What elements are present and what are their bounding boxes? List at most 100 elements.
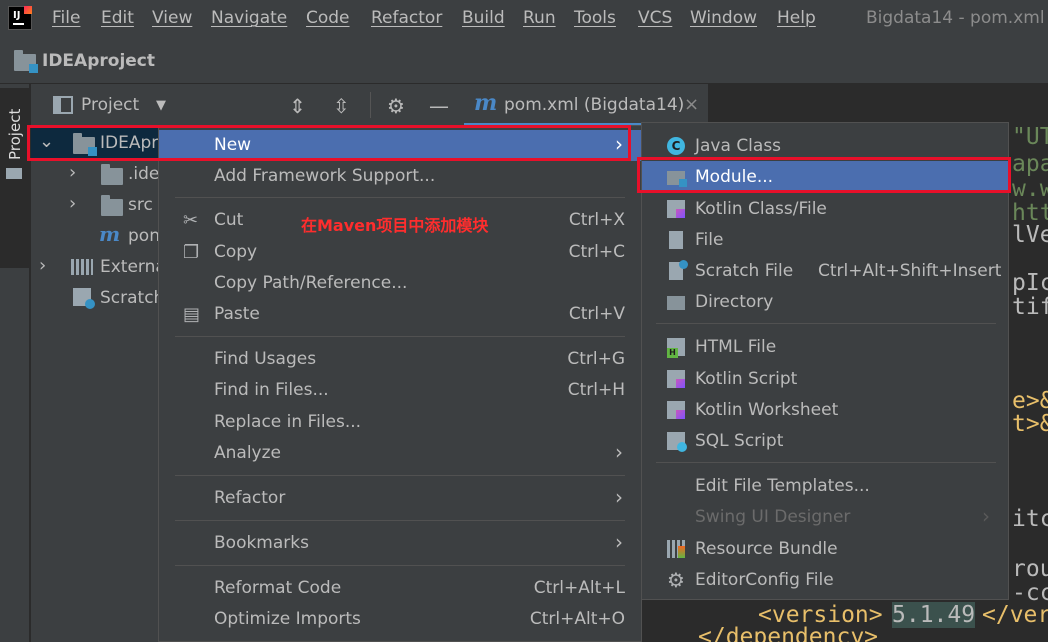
tree-item-scratches[interactable]: Scratch [31,283,165,314]
kotlin-script-icon [667,370,685,388]
menu-separator [175,336,625,337]
folder-icon [101,164,123,185]
menu-separator [656,323,996,324]
menu-item-sql-script[interactable]: SQL Script [642,425,1008,456]
menu-item-copy-path[interactable]: Copy Path/Reference... [159,268,641,299]
menu-item-analyze[interactable]: Analyze › [159,438,641,469]
menu-item-add-framework-support[interactable]: Add Framework Support... [159,161,641,192]
menu-item-swing-ui-designer: Swing UI Designer › [642,501,1008,532]
sql-script-icon [667,432,687,452]
menu-run[interactable]: Run [523,8,556,28]
code-line: itc [1012,506,1048,532]
menu-item-reformat-code[interactable]: Reformat Code Ctrl+Alt+L [159,573,641,604]
menu-refactor[interactable]: Refactor [371,8,442,28]
code-version-close: </ver [982,602,1048,628]
folder-icon [101,195,123,216]
menu-edit[interactable]: Edit [101,8,134,28]
menu-item-shortcut: Ctrl+G [567,349,625,369]
menu-item-label: HTML File [695,337,777,357]
menu-item-replace-in-files[interactable]: Replace in Files... [159,407,641,438]
menu-item-label: Optimize Imports [214,609,361,629]
module-folder-icon [73,133,97,156]
tree-item-pom[interactable]: m pon [31,221,161,252]
intellij-logo-icon[interactable]: IJ [8,6,32,30]
menu-item-refactor[interactable]: Refactor › [159,483,641,514]
menu-item-module[interactable]: Module... [642,161,1008,192]
menu-item-label: Cut [214,210,244,230]
scissors-icon: ✂ [183,210,199,231]
chevron-right-icon: › [615,132,623,156]
menu-item-label: Add Framework Support... [214,166,436,186]
menu-separator [175,565,625,566]
tool-window-strip: Project [0,84,30,642]
menu-item-label: Refactor [214,488,286,508]
menu-help[interactable]: Help [777,8,816,28]
tab-pom-xml[interactable]: m pom.xml (Bigdata14) × [464,84,708,126]
close-icon[interactable]: × [684,94,699,115]
breadcrumb-project[interactable]: IDEAproject [42,51,155,71]
code-line: t>& [1012,411,1048,437]
menu-file[interactable]: File [52,8,80,28]
project-tool-button[interactable]: Project [0,88,30,268]
expand-all-icon[interactable]: ⇕ [289,94,306,118]
menu-item-kotlin-worksheet[interactable]: Kotlin Worksheet [642,394,1008,425]
chevron-right-icon: › [982,504,990,528]
chevron-down-icon[interactable]: ⌄ [39,131,54,152]
chevron-right-icon: › [615,440,623,464]
menu-item-editorconfig-file[interactable]: ⚙ EditorConfig File [642,564,1008,595]
project-view-selector[interactable]: Project [81,95,139,115]
menu-item-resource-bundle[interactable]: Resource Bundle [642,533,1008,564]
menu-window[interactable]: Window [690,8,757,28]
tree-item-src[interactable]: › src [31,190,161,221]
menu-item-scratch-file[interactable]: Scratch File Ctrl+Alt+Shift+Insert [642,255,1008,286]
menu-item-new[interactable]: New › [159,130,641,161]
menu-item-java-class[interactable]: C Java Class [642,130,1008,161]
gear-icon[interactable]: ⚙ [387,94,405,118]
menu-item-shortcut: Ctrl+V [568,304,625,324]
module-folder-icon [667,171,687,187]
chevron-right-icon[interactable]: › [69,162,76,183]
chevron-down-icon[interactable]: ▼ [156,98,166,113]
collapse-all-icon[interactable]: ⇳ [333,94,350,118]
menu-build[interactable]: Build [462,8,505,28]
tree-item-root[interactable]: ⌄ IDEApro [31,128,168,159]
menu-item-label: Kotlin Worksheet [695,400,839,420]
menu-item-kotlin-script[interactable]: Kotlin Script [642,363,1008,394]
menu-view[interactable]: View [152,8,192,28]
menu-item-directory[interactable]: Directory [642,286,1008,317]
menu-item-optimize-imports[interactable]: Optimize Imports Ctrl+Alt+O [159,604,641,635]
menu-item-label: Bookmarks [214,533,309,553]
menu-item-label: Copy [214,242,258,262]
menu-item-label: Find in Files... [214,380,329,400]
chevron-right-icon[interactable]: › [39,255,46,276]
menu-item-copy[interactable]: ❐ Copy Ctrl+C [159,237,641,268]
menu-item-html-file[interactable]: HTML File [642,331,1008,362]
menu-item-edit-file-templates[interactable]: Edit File Templates... [642,470,1008,501]
tree-item-label: Scratch [100,288,165,308]
menu-item-paste[interactable]: ▤ Paste Ctrl+V [159,299,641,330]
menu-item-label: Module... [695,167,774,187]
tree-item-idea[interactable]: › .ide [31,159,161,190]
menu-navigate[interactable]: Navigate [211,8,287,28]
menu-item-label: Directory [695,292,774,312]
minimize-icon[interactable]: — [429,94,449,118]
menu-item-file[interactable]: File [642,224,1008,255]
menu-code[interactable]: Code [306,8,350,28]
library-icon [71,259,93,275]
menu-item-find-in-files[interactable]: Find in Files... Ctrl+H [159,375,641,406]
menu-item-label: Find Usages [214,349,317,369]
menu-item-label: Analyze [214,443,281,463]
tree-item-external-libraries[interactable]: › Externa [31,252,166,283]
menu-item-label: Edit File Templates... [695,476,870,496]
menu-item-kotlin-class[interactable]: Kotlin Class/File [642,193,1008,224]
java-class-icon: C [667,137,685,155]
chevron-right-icon[interactable]: › [69,193,76,214]
menu-item-bookmarks[interactable]: Bookmarks › [159,528,641,559]
code-line: lVe [1012,222,1048,248]
tree-item-label: .ide [128,164,160,184]
gear-icon: ⚙ [667,568,685,592]
menu-item-find-usages[interactable]: Find Usages Ctrl+G [159,344,641,375]
scratches-icon [73,288,95,309]
menu-vcs[interactable]: VCS [638,8,672,28]
menu-tools[interactable]: Tools [574,8,616,28]
